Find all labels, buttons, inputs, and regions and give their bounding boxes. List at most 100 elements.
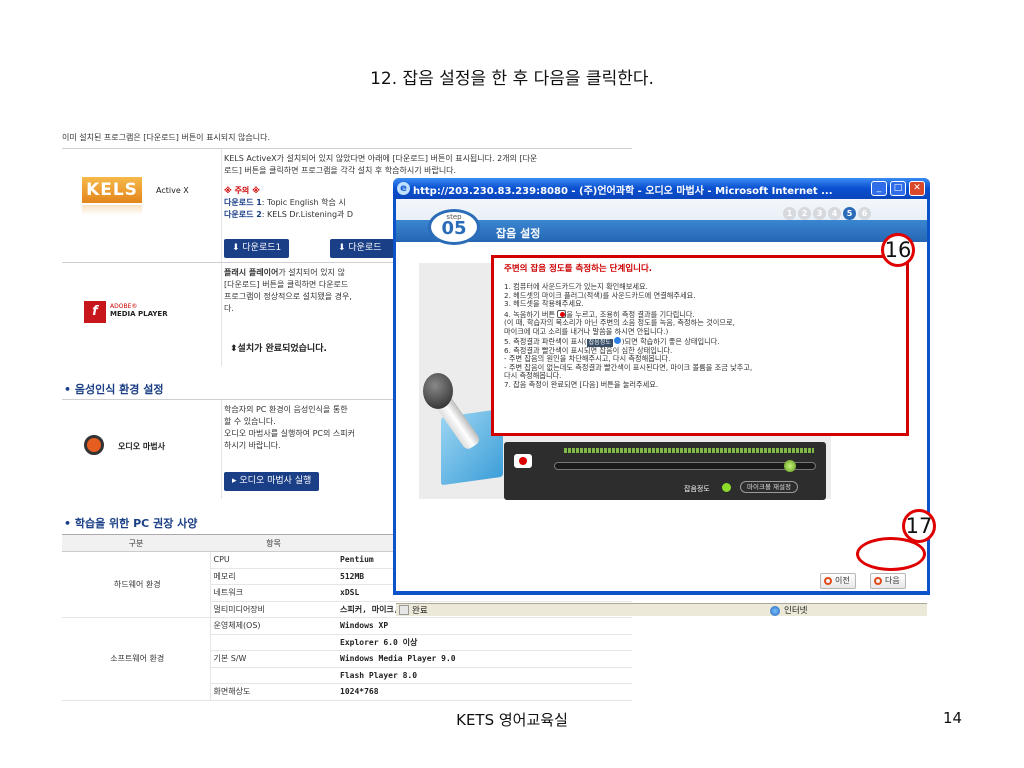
slide-title: 12. 잡음 설정을 한 후 다음을 클릭한다. xyxy=(370,69,654,89)
download-icon: ⬇ xyxy=(232,243,243,253)
kels-logo-cell: KELS Active X xyxy=(62,149,222,262)
maximize-button[interactable]: □ xyxy=(890,181,906,196)
step-dot: 3 xyxy=(813,207,826,220)
volume-slider[interactable] xyxy=(554,462,816,470)
microphone-icon xyxy=(423,373,453,409)
flash-bold: 플래시 플레이어 xyxy=(224,268,279,277)
page-icon xyxy=(399,605,409,615)
spec-item xyxy=(210,667,337,684)
dl1-text: : Topic English 학습 시 xyxy=(261,198,346,207)
instructions-box: 주변의 잡음 정도를 측정하는 단계입니다. 1. 컴퓨터에 사운드카드가 있는… xyxy=(491,255,909,436)
spec-item: 화면해상도 xyxy=(210,683,337,701)
download-icon: ⬇ xyxy=(338,243,349,253)
flash-desc-line: 플래시 플레이어가 설치되어 있지 않 xyxy=(224,267,399,279)
status-bar: 완료 인터넷 xyxy=(396,603,927,616)
dl1-label: 다운로드 1 xyxy=(224,198,262,207)
spec-item: 운영체제(OS) xyxy=(210,617,337,635)
instruction-fragment: )되면 학습하기 좋은 상태입니다. xyxy=(621,336,720,346)
window-client: 123456 step 05 잡음 설정 주변의 잡음 정도를 측정하는 단계입… xyxy=(396,199,927,616)
step-number: 05 xyxy=(441,218,467,239)
window-titlebar[interactable]: e http://203.230.83.239:8080 - (주)언어과학 -… xyxy=(393,178,930,199)
step-dot: 6 xyxy=(858,207,871,220)
audio-wizard-window: e http://203.230.83.239:8080 - (주)언어과학 -… xyxy=(393,178,930,616)
record-icon xyxy=(557,309,567,318)
flash-description: 플래시 플레이어가 설치되어 있지 않 [다운로드] 버튼을 클릭하면 다운로드… xyxy=(224,267,399,315)
prev-label: 이전 xyxy=(835,576,850,585)
instruction-line: 3. 헤드셋을 착용해주세요. xyxy=(504,299,584,309)
spec-value: Windows Media Player 9.0 xyxy=(337,650,632,668)
callout-16: 16 xyxy=(881,233,915,267)
table-row: 소프트웨어 환경 운영체제(OS) Windows XP xyxy=(62,617,632,701)
audio-wizard-icon xyxy=(84,435,104,455)
step-badge: step 05 xyxy=(428,209,480,245)
voice-desc-line: 하시기 바랍니다. xyxy=(224,441,281,450)
download-1-button[interactable]: ⬇ 다운로드1 xyxy=(224,239,290,258)
spec-value: 1024*768 xyxy=(337,683,632,701)
voice-heading: • 음성인식 환경 설정 xyxy=(64,383,164,396)
voice-desc-line: 할 수 있습니다. xyxy=(224,417,276,426)
spec-value: Flash Player 8.0 xyxy=(337,667,632,684)
record-button[interactable] xyxy=(514,454,532,468)
step-dot: 2 xyxy=(798,207,811,220)
spec-value: Explorer 6.0 이상 xyxy=(337,634,632,651)
circle-icon xyxy=(824,577,832,585)
voice-desc-line: 오디오 마법사를 실행하여 PC의 스피커 xyxy=(224,429,355,438)
instructions-heading: 주변의 잡음 정도를 측정하는 단계입니다. xyxy=(504,264,653,274)
installed-icon: ⬍ xyxy=(230,344,238,354)
kels-logo-suffix: Active X xyxy=(156,186,189,195)
flash-desc-line: 프로그램이 정상적으로 설치됐을 경우, xyxy=(224,292,352,301)
flash-desc-line: 다. xyxy=(224,304,234,313)
kels-logo: KELS xyxy=(82,177,142,203)
noise-meter-panel: 잡음정도 마이크볼 재설정 xyxy=(504,442,826,500)
dl2-text: : KELS Dr.Listening과 D xyxy=(261,210,354,219)
pc-spec-heading: • 학습을 위한 PC 권장 사양 xyxy=(64,517,198,530)
voice-desc-line: 학습자의 PC 환경이 음성인식을 통한 xyxy=(224,405,348,414)
next-button[interactable]: 다음 xyxy=(870,573,906,589)
download-2-button[interactable]: ⬇ 다운로드 xyxy=(330,239,394,258)
page-number: 14 xyxy=(943,709,963,727)
status-done: 완료 xyxy=(412,606,428,616)
step-dot-active: 5 xyxy=(843,207,856,220)
flash-desc-line: [다운로드] 버튼을 클릭하면 다운로드 xyxy=(224,280,349,289)
group-software: 소프트웨어 환경 xyxy=(62,617,211,701)
run-audio-wizard-button[interactable]: ▸ 오디오 마법사 실행 xyxy=(224,472,320,491)
instruction-line: 7. 잡음 측정이 완료되면 [다음] 버튼을 눌러주세요. xyxy=(504,379,659,389)
spec-value: Windows XP xyxy=(337,617,632,635)
step-title: 잡음 설정 xyxy=(496,227,541,240)
next-highlight-oval xyxy=(856,537,926,571)
flash-installed-status: ⬍설치가 완료되었습니다. xyxy=(230,341,327,354)
audio-wizard-logo-text: 오디오 마법사 xyxy=(118,442,165,451)
close-button[interactable]: ✕ xyxy=(909,181,925,196)
flash-logo-icon: f xyxy=(84,301,106,323)
instruction-fragment: 5. 측정결과 파란색이 표시( xyxy=(504,336,587,346)
step-progress: 123456 xyxy=(783,201,873,220)
flash-logo-line2: MEDIA PLAYER xyxy=(110,310,168,318)
slider-knob[interactable] xyxy=(783,460,796,472)
kels-desc-line: KELS ActiveX가 설치되어 있지 않았다면 아래에 [다운로드] 버튼… xyxy=(224,154,538,163)
voice-description: 학습자의 PC 환경이 음성인식을 통한 할 수 있습니다. 오디오 마법사를 … xyxy=(224,404,399,452)
noise-status-indicator xyxy=(722,483,731,492)
kels-logo-reflection xyxy=(82,205,142,215)
callout-17: 17 xyxy=(902,509,936,543)
audio-wizard-logo-cell: 오디오 마법사 xyxy=(62,400,222,499)
installed-label: 설치가 완료되었습니다. xyxy=(237,344,327,354)
ie-icon: e xyxy=(397,182,410,195)
level-meter xyxy=(564,448,814,453)
flash-desc-text: 가 설치되어 있지 않 xyxy=(278,268,345,277)
flash-logo-line1: ADOBE® xyxy=(110,303,138,310)
intro-text: 이미 설치된 프로그램은 [다운로드] 버튼이 표시되지 않습니다. xyxy=(62,133,271,142)
slide-footer: KETS 영어교육실 xyxy=(456,711,568,729)
spec-item: 기본 S/W xyxy=(210,650,337,668)
kels-desc-line: 로드] 버튼을 클릭하면 프로그램을 각각 설치 후 학습하시기 바랍니다. xyxy=(224,166,457,175)
prev-button[interactable]: 이전 xyxy=(820,573,856,589)
window-title: http://203.230.83.239:8080 - (주)언어과학 - 오… xyxy=(413,186,833,197)
blue-indicator-icon xyxy=(613,336,621,344)
minimize-button[interactable]: _ xyxy=(871,181,887,196)
spec-item: CPU xyxy=(210,551,337,569)
col-header-category: 구분 xyxy=(62,534,210,552)
next-label: 다음 xyxy=(885,576,900,585)
circle-icon xyxy=(874,577,882,585)
download-2-label: 다운로드 xyxy=(348,243,382,253)
mic-reset-button[interactable]: 마이크볼 재설정 xyxy=(740,481,798,493)
noise-level-label: 잡음정도 xyxy=(684,485,710,493)
